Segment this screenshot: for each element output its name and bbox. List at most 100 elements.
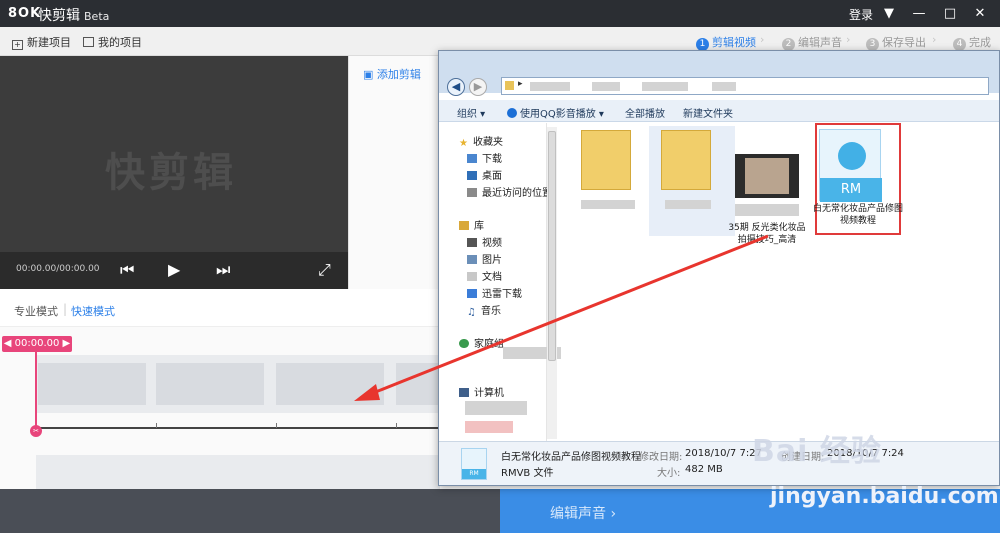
clip-slot[interactable] xyxy=(38,363,146,405)
timecode-display: 00:00.00/00:00.00 xyxy=(16,264,100,274)
nav-recent[interactable]: 最近访问的位置 xyxy=(467,184,552,199)
plus-icon: + xyxy=(12,40,23,50)
blurred-path xyxy=(712,82,736,91)
size-label: 大小: xyxy=(657,468,681,479)
playhead-time-label[interactable]: ◀ 00:00.00 ▶ xyxy=(2,336,72,352)
baidu-watermark: Bai 经验 xyxy=(752,434,882,469)
minimize-icon[interactable]: — xyxy=(904,0,934,27)
tab-divider: | xyxy=(63,302,68,316)
tab-pro-mode[interactable]: 专业模式 xyxy=(14,303,58,319)
nav-videos[interactable]: 视频 xyxy=(467,234,502,249)
ruler-tick xyxy=(396,423,397,428)
scrollbar-thumb[interactable] xyxy=(548,131,556,361)
folder-icon xyxy=(581,130,631,190)
folder-icon xyxy=(505,81,514,90)
nav-desktop[interactable]: 桌面 xyxy=(467,167,502,182)
maximize-icon[interactable]: □ xyxy=(935,0,965,27)
step-save-export[interactable]: 3 保存导出 xyxy=(866,34,926,51)
mode-tabs: 专业模式 | 快速模式 xyxy=(0,289,440,327)
library-icon xyxy=(459,221,469,230)
my-projects-button[interactable]: 我的项目 xyxy=(83,34,142,50)
timeline: ◀ 00:00.00 ▶ ✂ xyxy=(0,327,504,489)
ruler-tick xyxy=(156,423,157,428)
edit-audio-button[interactable]: 编辑声音 › xyxy=(550,503,616,523)
file-type-icon: RM xyxy=(461,448,487,480)
folder-item[interactable] xyxy=(649,126,735,236)
tab-fast-mode[interactable]: 快速模式 xyxy=(71,303,115,319)
recent-places-icon xyxy=(467,188,477,197)
nav-homegroup[interactable]: 家庭组 xyxy=(459,335,504,350)
nav-pictures[interactable]: 图片 xyxy=(467,251,502,266)
address-bar: ◀ ▶ ▸ xyxy=(439,51,999,96)
details-pane: RM 白无常化妆品产品修图视频教程 RMVB 文件 修改日期: 2018/10/… xyxy=(439,441,999,485)
blurred-filename xyxy=(735,204,799,216)
desktop-icon xyxy=(467,171,477,180)
clip-slot[interactable] xyxy=(156,363,264,405)
nav-library[interactable]: 库 xyxy=(459,217,484,232)
bottom-bar xyxy=(0,489,500,533)
size-value: 482 MB xyxy=(685,464,723,475)
timeline-ruler xyxy=(36,423,440,429)
clip-panel: ▣ 添加剪辑 xyxy=(348,56,440,289)
nav-computer[interactable]: 计算机 xyxy=(459,384,504,399)
play-all-button[interactable]: 全部播放 xyxy=(625,105,665,120)
close-icon[interactable]: ✕ xyxy=(965,0,995,27)
thunder-download-icon xyxy=(467,289,477,298)
step-edit-audio[interactable]: 2 编辑声音 xyxy=(782,34,842,51)
nav-music[interactable]: ♫ 音乐 xyxy=(467,302,501,318)
videos-icon xyxy=(467,238,477,247)
qq-player-icon xyxy=(507,108,517,118)
blurred-path xyxy=(530,82,570,91)
clip-slot[interactable] xyxy=(276,363,384,405)
rmvb-file-icon[interactable]: RM xyxy=(819,129,882,202)
login-link[interactable]: 登录 xyxy=(849,6,873,23)
step-edit-video[interactable]: 1 剪辑视频 xyxy=(696,34,756,51)
folder-icon xyxy=(661,130,711,190)
baidu-watermark-url: jingyan.baidu.com xyxy=(770,484,999,509)
blurred-item xyxy=(465,421,513,433)
pictures-icon xyxy=(467,255,477,264)
film-reel-icon xyxy=(838,142,866,170)
playback-bar: 00:00.00/00:00.00 ⏮ ▶ ⏭ ⤢ xyxy=(0,252,348,289)
organize-button[interactable]: 组织 ▾ xyxy=(457,105,485,120)
new-folder-button[interactable]: 新建文件夹 xyxy=(683,105,733,120)
add-clip-button[interactable]: ▣ 添加剪辑 xyxy=(363,66,421,82)
nav-thunder[interactable]: 迅雷下载 xyxy=(467,285,522,300)
back-arrow-icon[interactable]: ◀ xyxy=(447,78,465,96)
star-icon: ★ xyxy=(459,138,468,149)
nav-documents[interactable]: 文档 xyxy=(467,268,502,283)
video-preview: 快剪辑 00:00.00/00:00.00 ⏮ ▶ ⏭ ⤢ xyxy=(0,56,348,289)
blurred-path xyxy=(642,82,688,91)
path-input[interactable]: ▸ xyxy=(501,77,989,95)
video-thumbnail xyxy=(735,154,799,198)
nav-scrollbar[interactable] xyxy=(547,127,557,439)
preview-watermark: 快剪辑 xyxy=(105,150,237,196)
video-track xyxy=(36,355,504,413)
music-icon: ♫ xyxy=(467,307,476,318)
step-finish[interactable]: 4 完成 xyxy=(953,34,991,51)
ruler-tick xyxy=(276,423,277,428)
playhead-line[interactable] xyxy=(35,352,37,430)
chevron-right-icon: › xyxy=(932,33,937,46)
blurred-path xyxy=(592,82,620,91)
audio-track xyxy=(36,455,440,489)
rmvb-filename[interactable]: 白无常化妆品产品修图视频教程 xyxy=(813,203,903,229)
playhead-handle[interactable]: ✂ xyxy=(30,425,42,437)
qq-play-button[interactable]: 使用QQ影音播放 ▾ xyxy=(507,105,604,120)
fullscreen-icon[interactable]: ⤢ xyxy=(318,260,331,280)
blurred-item xyxy=(465,401,527,415)
thumbnail-image xyxy=(745,158,789,194)
chevron-right-icon: › xyxy=(760,33,765,46)
nav-downloads[interactable]: 下载 xyxy=(467,150,502,165)
play-icon[interactable]: ▶ xyxy=(168,260,180,279)
next-frame-icon[interactable]: ⏭ xyxy=(216,260,230,280)
chevron-right-icon: › xyxy=(846,33,851,46)
folder-item[interactable] xyxy=(569,126,655,236)
new-project-button[interactable]: + 新建项目 xyxy=(12,34,71,50)
dropdown-menu-icon[interactable]: ▼ xyxy=(874,0,904,27)
video-file-item[interactable]: 35期 反光类化妆品拍摄技巧_高清 xyxy=(728,126,815,245)
nav-favorites[interactable]: ★ 收藏夹 xyxy=(459,133,503,149)
app-title: 快剪辑 Beta xyxy=(38,8,110,24)
previous-frame-icon[interactable]: ⏮ xyxy=(120,260,134,280)
forward-arrow-icon[interactable]: ▶ xyxy=(469,78,487,96)
